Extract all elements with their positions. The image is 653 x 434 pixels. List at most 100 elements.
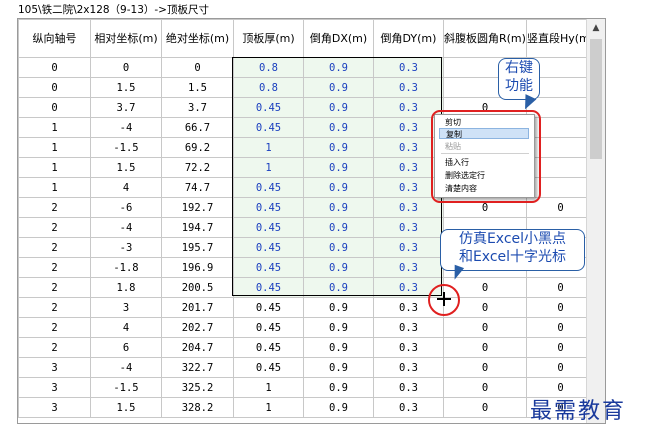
grid-cell[interactable]: 2 <box>18 237 91 258</box>
grid-cell[interactable]: 202.7 <box>161 317 234 338</box>
grid-cell[interactable]: 0.9 <box>303 237 374 258</box>
grid-cell[interactable]: 195.7 <box>161 237 234 258</box>
grid-cell[interactable]: 0 <box>525 317 596 338</box>
grid-cell[interactable]: 322.7 <box>161 357 234 378</box>
grid-cell[interactable]: 0.45 <box>233 337 304 358</box>
grid-cell[interactable]: 0 <box>525 197 596 218</box>
grid-cell[interactable]: 0.3 <box>373 177 444 198</box>
grid-cell[interactable]: 194.7 <box>161 217 234 238</box>
grid-cell[interactable]: 0.45 <box>233 317 304 338</box>
grid-cell[interactable]: 0.3 <box>373 257 444 278</box>
grid-cell[interactable]: 0.9 <box>303 317 374 338</box>
grid-cell[interactable]: 2 <box>18 317 91 338</box>
grid-cell[interactable]: 1.5 <box>161 77 234 98</box>
grid-cell[interactable]: 0.45 <box>233 257 304 278</box>
grid-cell[interactable]: 192.7 <box>161 197 234 218</box>
grid-cell[interactable]: 0.9 <box>303 197 374 218</box>
grid-cell[interactable]: 325.2 <box>161 377 234 398</box>
grid-cell[interactable]: 0.9 <box>303 277 374 298</box>
grid-cell[interactable]: 0.9 <box>303 337 374 358</box>
grid-cell[interactable]: 0 <box>525 337 596 358</box>
grid-cell[interactable]: 0.9 <box>303 97 374 118</box>
grid-cell[interactable]: 0.3 <box>373 217 444 238</box>
grid-cell[interactable]: -1.5 <box>90 377 162 398</box>
grid-cell[interactable]: -4 <box>90 217 162 238</box>
grid-cell[interactable] <box>525 177 596 198</box>
column-header[interactable]: 竖直段Hy(m) <box>525 19 596 58</box>
grid-cell[interactable]: 0.8 <box>233 77 304 98</box>
grid-cell[interactable]: 3 <box>18 357 91 378</box>
grid-cell[interactable]: 0.45 <box>233 297 304 318</box>
grid-cell[interactable] <box>525 117 596 138</box>
grid-cell[interactable]: 0.45 <box>233 217 304 238</box>
grid-cell[interactable]: 0.9 <box>303 117 374 138</box>
grid-cell[interactable]: 1 <box>18 117 91 138</box>
grid-cell[interactable]: 0.3 <box>373 317 444 338</box>
grid-cell[interactable] <box>525 157 596 178</box>
grid-cell[interactable]: 6 <box>90 337 162 358</box>
grid-cell[interactable]: 201.7 <box>161 297 234 318</box>
grid-cell[interactable]: 3.7 <box>90 97 162 118</box>
context-menu-item[interactable]: 粘贴 <box>439 141 535 152</box>
grid-cell[interactable]: 0.9 <box>303 257 374 278</box>
grid-cell[interactable]: 2 <box>18 297 91 318</box>
grid-cell[interactable]: 0.45 <box>233 97 304 118</box>
grid-cell[interactable]: 0 <box>443 197 527 218</box>
grid-cell[interactable]: 1.5 <box>90 397 162 418</box>
grid-cell[interactable]: 2 <box>18 257 91 278</box>
grid-cell[interactable]: 2 <box>18 337 91 358</box>
grid-cell[interactable]: 2 <box>18 277 91 298</box>
grid-cell[interactable]: 3.7 <box>161 97 234 118</box>
grid-cell[interactable]: 74.7 <box>161 177 234 198</box>
grid-cell[interactable]: 0 <box>443 377 527 398</box>
grid-cell[interactable]: 1 <box>18 157 91 178</box>
grid-cell[interactable]: 0.9 <box>303 357 374 378</box>
grid-cell[interactable]: 0.9 <box>303 217 374 238</box>
vertical-scrollbar[interactable]: ▲ <box>586 19 605 423</box>
grid-cell[interactable]: 1.5 <box>90 77 162 98</box>
grid-cell[interactable]: 1 <box>233 377 304 398</box>
grid-cell[interactable]: 3 <box>18 397 91 418</box>
column-header[interactable]: 绝对坐标(m) <box>161 19 234 58</box>
grid-cell[interactable]: 0.9 <box>303 77 374 98</box>
grid-cell[interactable]: 0.9 <box>303 157 374 178</box>
grid-cell[interactable]: 66.7 <box>161 117 234 138</box>
grid-cell[interactable]: 1 <box>233 397 304 418</box>
grid-cell[interactable]: 0 <box>161 57 234 78</box>
grid-cell[interactable]: 1 <box>18 137 91 158</box>
grid-cell[interactable]: 4 <box>90 177 162 198</box>
grid-cell[interactable]: 0 <box>90 57 162 78</box>
grid-cell[interactable]: 204.7 <box>161 337 234 358</box>
column-header[interactable]: 相对坐标(m) <box>90 19 162 58</box>
grid-cell[interactable]: 0.9 <box>303 397 374 418</box>
grid-cell[interactable]: -4 <box>90 357 162 378</box>
grid-cell[interactable]: 0 <box>443 317 527 338</box>
grid-cell[interactable]: 328.2 <box>161 397 234 418</box>
grid-cell[interactable]: 0 <box>443 357 527 378</box>
grid-cell[interactable]: -6 <box>90 197 162 218</box>
grid-cell[interactable]: 0.45 <box>233 197 304 218</box>
context-menu-item[interactable]: 插入行 <box>439 157 535 168</box>
context-menu-item[interactable]: 复制 <box>439 128 529 139</box>
grid-cell[interactable]: -4 <box>90 117 162 138</box>
grid-cell[interactable]: 0.9 <box>303 377 374 398</box>
grid-cell[interactable]: 0.3 <box>373 357 444 378</box>
grid-cell[interactable]: 0.45 <box>233 117 304 138</box>
grid-cell[interactable]: 0.9 <box>303 137 374 158</box>
grid-cell[interactable]: 0.3 <box>373 337 444 358</box>
grid-cell[interactable]: 1.5 <box>90 157 162 178</box>
grid-cell[interactable]: 4 <box>90 317 162 338</box>
grid-cell[interactable]: 0.3 <box>373 377 444 398</box>
grid-cell[interactable]: 0.9 <box>303 177 374 198</box>
grid-cell[interactable]: 0.3 <box>373 237 444 258</box>
scroll-up-icon[interactable]: ▲ <box>587 19 605 37</box>
column-header[interactable]: 倒角DX(m) <box>303 19 374 58</box>
grid-cell[interactable]: 0.3 <box>373 97 444 118</box>
grid-cell[interactable]: 0 <box>18 77 91 98</box>
grid-cell[interactable]: 200.5 <box>161 277 234 298</box>
grid-cell[interactable]: 0.45 <box>233 357 304 378</box>
grid-cell[interactable]: 0.3 <box>373 57 444 78</box>
context-menu-item[interactable]: 剪切 <box>439 117 535 128</box>
grid-cell[interactable]: 2 <box>18 197 91 218</box>
grid-cell[interactable]: 3 <box>90 297 162 318</box>
